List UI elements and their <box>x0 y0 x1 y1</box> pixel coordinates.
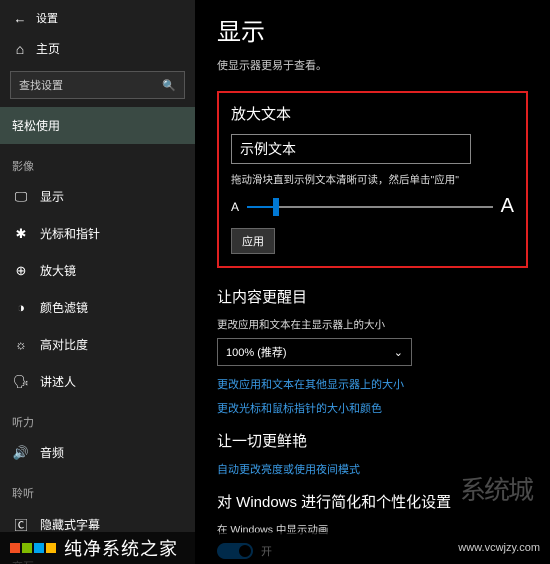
contrast-icon: ☼ <box>12 337 30 352</box>
section-hearing: 听力 <box>0 400 195 434</box>
page-title: 显示 <box>217 12 528 47</box>
magnifier-icon: ⊕ <box>12 263 30 279</box>
audio-icon: 🔊 <box>12 445 30 461</box>
link-night-light[interactable]: 自动更改亮度或使用夜间模式 <box>217 461 528 477</box>
home-icon: ⌂ <box>12 41 28 57</box>
a-small-icon: A <box>231 200 239 214</box>
bigger-hint: 更改应用和文本在主显示器上的大小 <box>217 317 528 332</box>
settings-title: 设置 <box>36 10 58 26</box>
apply-button[interactable]: 应用 <box>231 228 275 254</box>
home-label: 主页 <box>36 40 60 57</box>
display-icon: 🖵 <box>12 189 30 205</box>
sidebar-item-high-contrast[interactable]: ☼ 高对比度 <box>0 326 195 363</box>
sidebar-item-color-filters[interactable]: ◑ 颜色滤镜 <box>0 289 195 326</box>
enlarge-hint: 拖动滑块直到示例文本清晰可读，然后单击"应用" <box>231 172 514 187</box>
sample-text-box: 示例文本 <box>231 134 471 164</box>
cursor-icon: ✱ <box>12 226 30 242</box>
settings-sidebar: ← 设置 ⌂ 主页 查找设置 🔍 轻松使用 影像 🖵 显示 ✱ 光标和指针 ⊕ … <box>0 0 195 564</box>
filter-icon: ◑ <box>12 300 30 315</box>
sidebar-active-ease-of-access[interactable]: 轻松使用 <box>0 107 195 144</box>
home-row[interactable]: ⌂ 主页 <box>0 32 195 67</box>
sidebar-item-cursor[interactable]: ✱ 光标和指针 <box>0 215 195 252</box>
enlarge-title: 放大文本 <box>231 103 514 124</box>
text-size-slider-row: A A <box>231 195 514 218</box>
section-speech: 聆听 <box>0 471 195 505</box>
a-large-icon: A <box>501 195 514 218</box>
link-other-displays[interactable]: 更改应用和文本在其他显示器上的大小 <box>217 376 528 392</box>
sidebar-item-audio[interactable]: 🔊 音频 <box>0 434 195 471</box>
slider-thumb[interactable] <box>273 198 279 216</box>
page-subtitle: 使显示器更易于查看。 <box>217 57 528 73</box>
search-icon: 🔍 <box>162 79 176 92</box>
main-content: 显示 使显示器更易于查看。 放大文本 示例文本 拖动滑块直到示例文本清晰可读，然… <box>195 0 550 564</box>
search-placeholder: 查找设置 <box>19 77 63 93</box>
sidebar-item-magnifier[interactable]: ⊕ 放大镜 <box>0 252 195 289</box>
scale-select-value: 100% (推荐) <box>226 344 287 360</box>
watermark-name: 纯净系统之家 <box>64 535 178 561</box>
watermark-logo-icon <box>10 543 32 553</box>
back-icon[interactable]: ← <box>12 11 28 26</box>
simplify-title: 对 Windows 进行简化和个性化设置 <box>217 491 528 512</box>
sidebar-item-narrator[interactable]: 🗣 讲述人 <box>0 363 195 400</box>
sidebar-item-display[interactable]: 🖵 显示 <box>0 178 195 215</box>
sidebar-header: ← 设置 <box>0 6 195 32</box>
bigger-title: 让内容更醒目 <box>217 286 528 307</box>
section-vision: 影像 <box>0 144 195 178</box>
watermark-url: www.vcwjzy.com <box>458 542 540 554</box>
scale-select[interactable]: 100% (推荐) ⌄ <box>217 338 412 366</box>
enlarge-text-section: 放大文本 示例文本 拖动滑块直到示例文本清晰可读，然后单击"应用" A A 应用 <box>217 91 528 268</box>
narrator-icon: 🗣 <box>12 374 30 390</box>
vivid-title: 让一切更鲜艳 <box>217 430 528 451</box>
link-cursor-size[interactable]: 更改光标和鼠标指针的大小和颜色 <box>217 400 528 416</box>
watermark-bar: 纯净系统之家 www.vcwjzy.com <box>0 532 550 564</box>
search-input[interactable]: 查找设置 🔍 <box>10 71 185 99</box>
text-size-slider[interactable] <box>247 206 493 208</box>
chevron-down-icon: ⌄ <box>394 346 403 359</box>
